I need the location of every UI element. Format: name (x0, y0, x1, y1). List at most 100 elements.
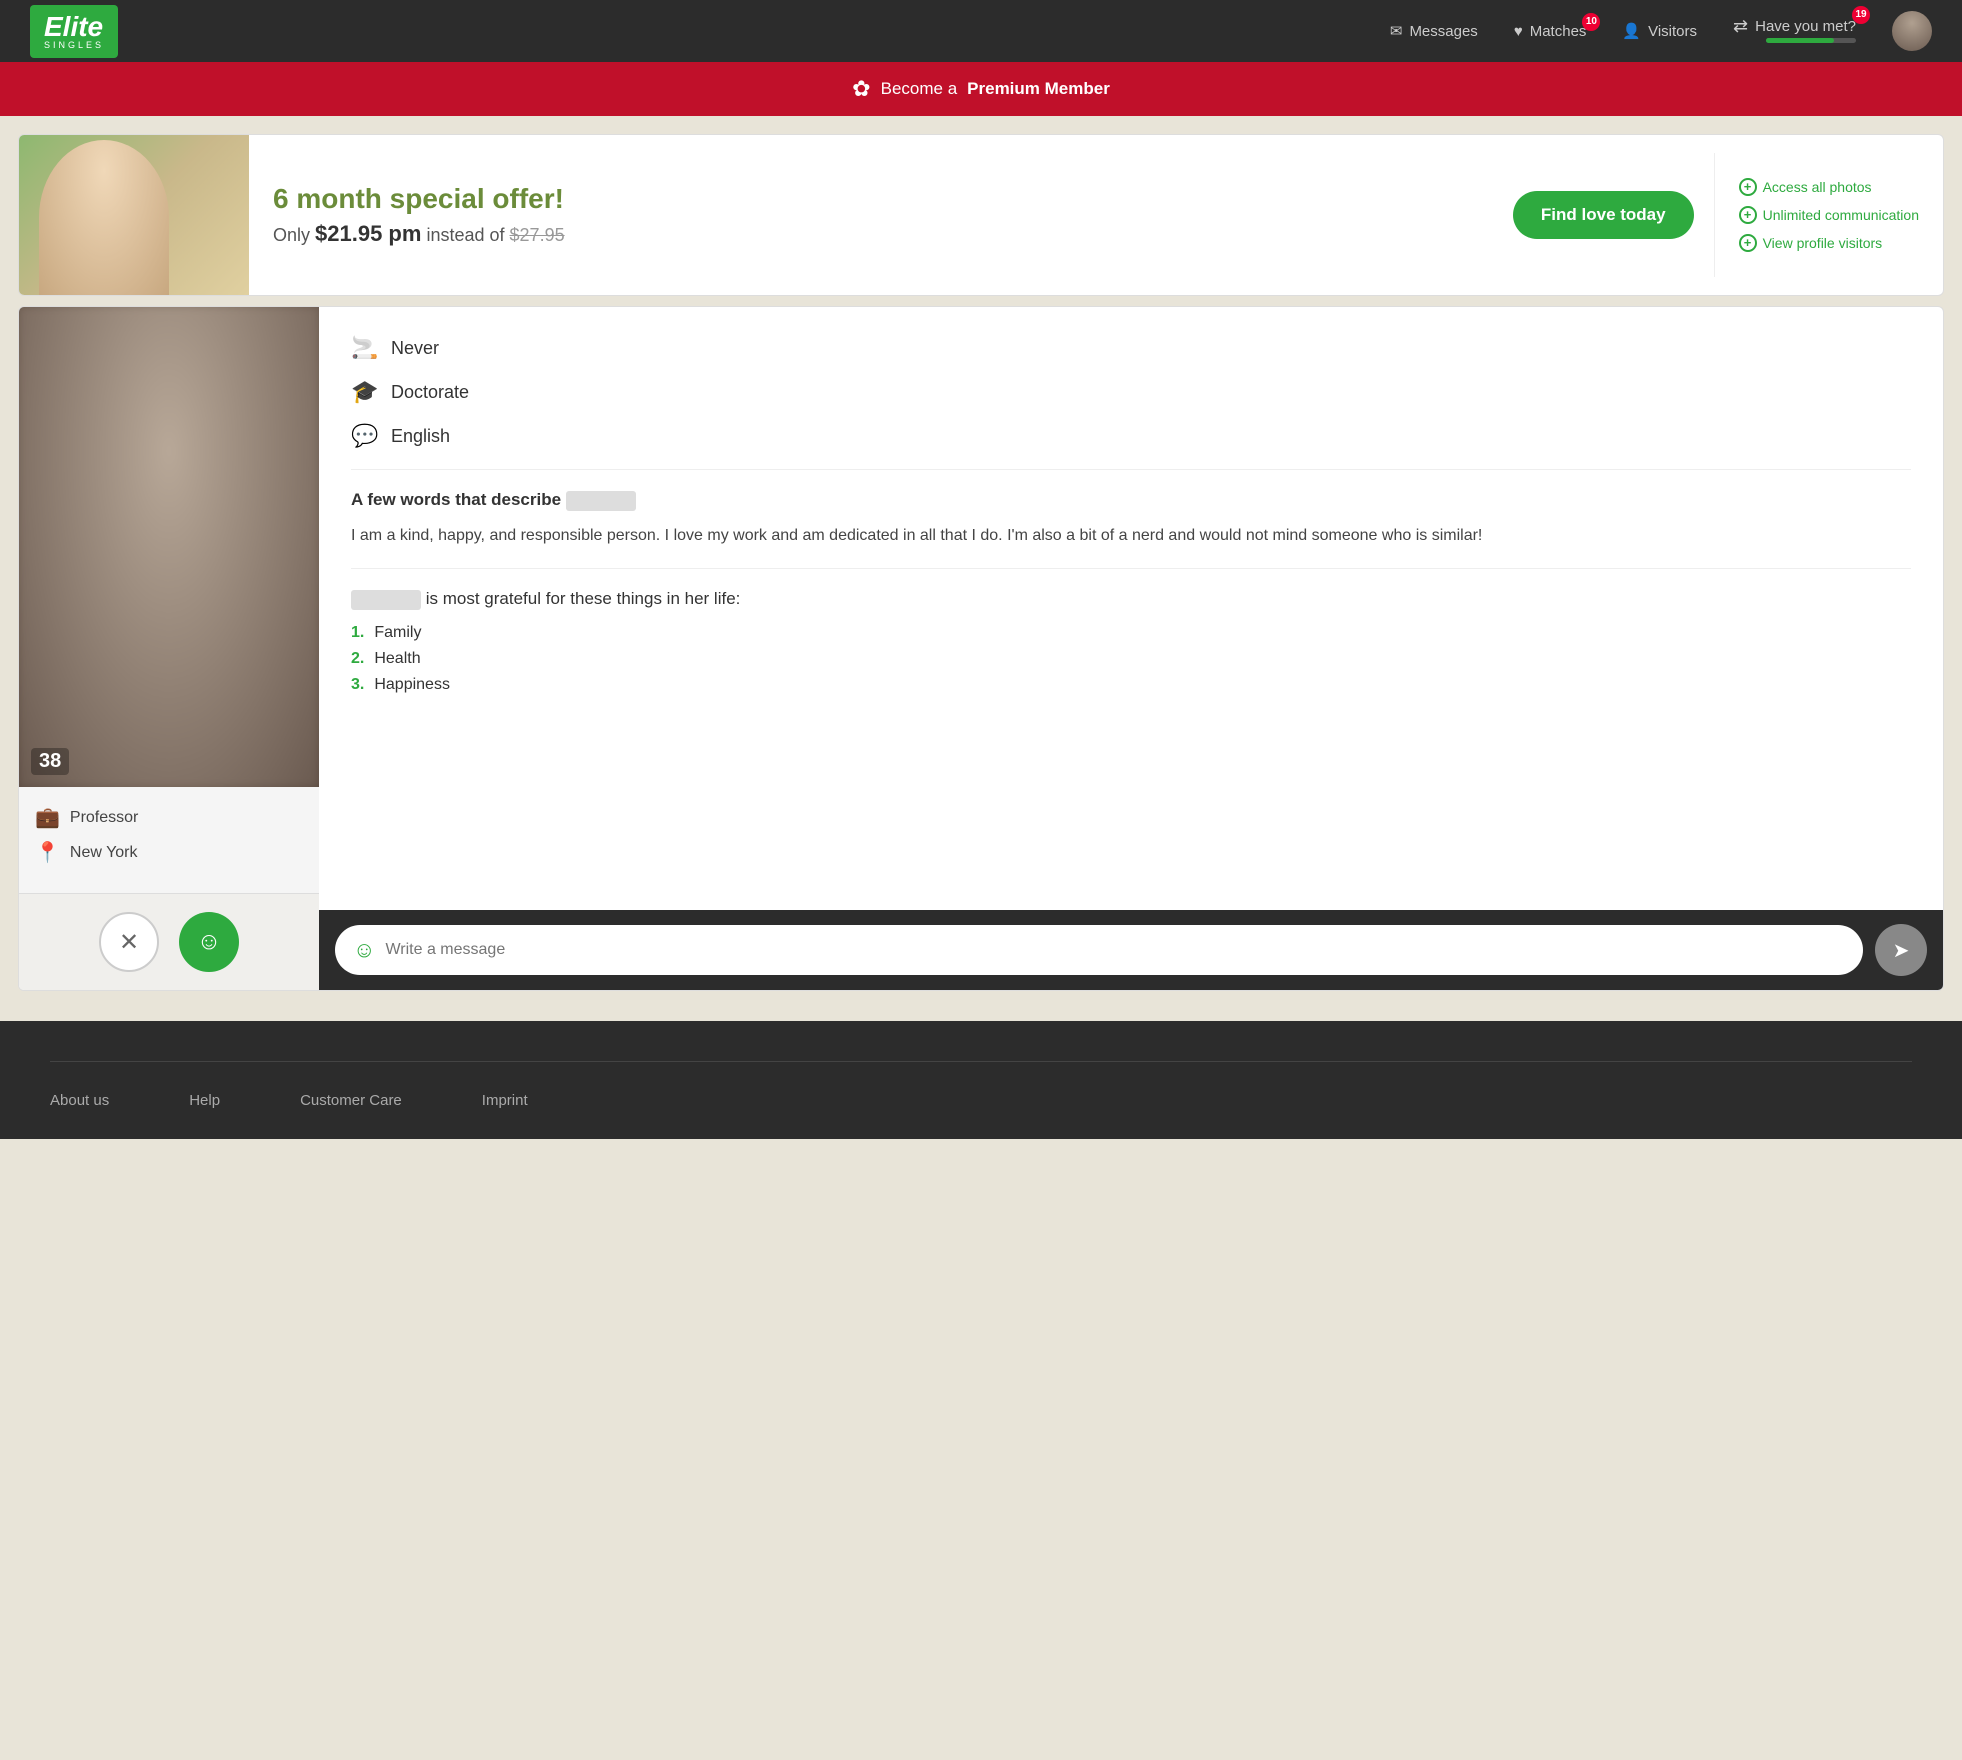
language-icon: 💬 (351, 423, 379, 449)
profile-left: 38 💼 Professor 📍 New York ✕ ☺ (19, 307, 319, 990)
message-bar: ☺ ➤ (319, 910, 1943, 990)
message-input[interactable] (385, 941, 1845, 959)
divider-1 (351, 469, 1911, 470)
matches-badge: 10 (1582, 13, 1600, 31)
profile-location: 📍 New York (35, 840, 303, 865)
smiley-icon: ☺ (353, 937, 375, 963)
plus-icon-3: + (1739, 234, 1757, 252)
profile-occupation: 💼 Professor (35, 805, 303, 830)
briefcase-icon: 💼 (35, 805, 60, 830)
location-label: New York (70, 844, 138, 862)
like-button[interactable]: ☺ (179, 912, 239, 972)
reject-button[interactable]: ✕ (99, 912, 159, 972)
plus-icon-1: + (1739, 178, 1757, 196)
smoking-icon: 🚬 (351, 335, 379, 361)
offer-price: Only $21.95 pm instead of $27.95 (273, 221, 1469, 247)
nav-matches[interactable]: Matches 10 (1514, 23, 1587, 40)
grateful-item-1-label: Family (374, 624, 421, 642)
avatar[interactable] (1892, 11, 1932, 51)
feature-visitors-label: View profile visitors (1763, 229, 1883, 257)
find-love-button[interactable]: Find love today (1513, 191, 1694, 239)
person-icon (1622, 22, 1641, 40)
have-you-met-label: Have you met? (1755, 18, 1856, 35)
profile-details: 🚬 Never 🎓 Doctorate 💬 English A few word… (319, 307, 1943, 910)
education-label: Doctorate (391, 382, 469, 403)
divider-2 (351, 568, 1911, 569)
footer-about[interactable]: About us (50, 1092, 109, 1109)
premium-prefix: Become a (881, 79, 958, 99)
nav-messages[interactable]: Messages (1390, 22, 1478, 40)
logo-text: Elite (44, 13, 104, 41)
grateful-item-1: 1. Family (351, 624, 1911, 642)
offer-title: 6 month special offer! (273, 183, 1469, 215)
redacted-name-1 (566, 491, 636, 511)
feature-visitors: + View profile visitors (1739, 229, 1919, 257)
visitors-label: Visitors (1648, 23, 1697, 40)
logo[interactable]: Elite SINGLES (30, 5, 118, 58)
feature-photos-label: Access all photos (1763, 173, 1872, 201)
plus-icon-2: + (1739, 206, 1757, 224)
footer-imprint[interactable]: Imprint (482, 1092, 528, 1109)
offer-features: + Access all photos + Unlimited communic… (1714, 153, 1943, 277)
heart-icon (1514, 23, 1523, 40)
avatar-image (1892, 11, 1932, 51)
have-you-met-badge: 19 (1852, 6, 1870, 24)
profile-photo: 38 (19, 307, 319, 787)
profile-info: 💼 Professor 📍 New York (19, 787, 319, 893)
redacted-name-2 (351, 590, 421, 610)
footer-customer-care[interactable]: Customer Care (300, 1092, 402, 1109)
top-nav: Elite SINGLES Messages Matches 10 Visito… (0, 0, 1962, 62)
offer-price-new: $21.95 pm (315, 221, 421, 246)
arrows-icon: ⇄ (1733, 16, 1748, 37)
profile-right: 🚬 Never 🎓 Doctorate 💬 English A few word… (319, 307, 1943, 990)
offer-banner: 6 month special offer! Only $21.95 pm in… (18, 134, 1944, 296)
profile-photo-blur (19, 307, 319, 787)
footer-help[interactable]: Help (189, 1092, 220, 1109)
feature-communication-label: Unlimited communication (1763, 201, 1919, 229)
offer-price-mid: instead of (426, 225, 504, 245)
language-label: English (391, 426, 450, 447)
profile-section: 38 💼 Professor 📍 New York ✕ ☺ 🚬 Never 🎓 (18, 306, 1944, 991)
flower-icon: ✿ (852, 76, 870, 102)
education-icon: 🎓 (351, 379, 379, 405)
offer-photo (19, 135, 249, 295)
logo-sub: SINGLES (44, 41, 104, 50)
nav-have-you-met[interactable]: ⇄ Have you met? 19 (1733, 16, 1856, 47)
messages-label: Messages (1409, 23, 1477, 40)
offer-price-old: $27.95 (510, 225, 565, 245)
profile-actions: ✕ ☺ (19, 893, 319, 990)
premium-highlight: Premium Member (967, 79, 1110, 99)
education-detail: 🎓 Doctorate (351, 379, 1911, 405)
footer: About us Help Customer Care Imprint (0, 1021, 1962, 1139)
bio-text: I am a kind, happy, and responsible pers… (351, 523, 1911, 549)
progress-bar (1766, 38, 1856, 43)
grateful-item-2-label: Health (374, 650, 420, 668)
occupation-label: Professor (70, 809, 138, 827)
matches-label: Matches (1530, 23, 1587, 40)
grateful-item-3-label: Happiness (374, 676, 450, 694)
offer-photo-person (39, 140, 169, 295)
send-icon: ➤ (1893, 938, 1910, 963)
progress-bar-fill (1766, 38, 1834, 43)
envelope-icon (1390, 22, 1403, 40)
smoking-label: Never (391, 338, 439, 359)
profile-age: 38 (31, 748, 69, 775)
language-detail: 💬 English (351, 423, 1911, 449)
offer-price-prefix: Only (273, 225, 310, 245)
location-icon: 📍 (35, 840, 60, 865)
grateful-title: is most grateful for these things in her… (351, 589, 1911, 610)
feature-photos: + Access all photos (1739, 173, 1919, 201)
describe-label: A few words that describe (351, 490, 561, 509)
premium-banner[interactable]: ✿ Become a Premium Member (0, 62, 1962, 116)
smoking-detail: 🚬 Never (351, 335, 1911, 361)
footer-divider (50, 1061, 1912, 1062)
grateful-list: 1. Family 2. Health 3. Happiness (351, 624, 1911, 694)
grateful-label: is most grateful for these things in her… (426, 589, 741, 608)
grateful-item-2: 2. Health (351, 650, 1911, 668)
footer-links: About us Help Customer Care Imprint (50, 1092, 1912, 1109)
feature-communication: + Unlimited communication (1739, 201, 1919, 229)
send-button[interactable]: ➤ (1875, 924, 1927, 976)
message-input-wrap: ☺ (335, 925, 1863, 975)
describe-section-title: A few words that describe (351, 490, 1911, 511)
nav-visitors[interactable]: Visitors (1622, 22, 1697, 40)
